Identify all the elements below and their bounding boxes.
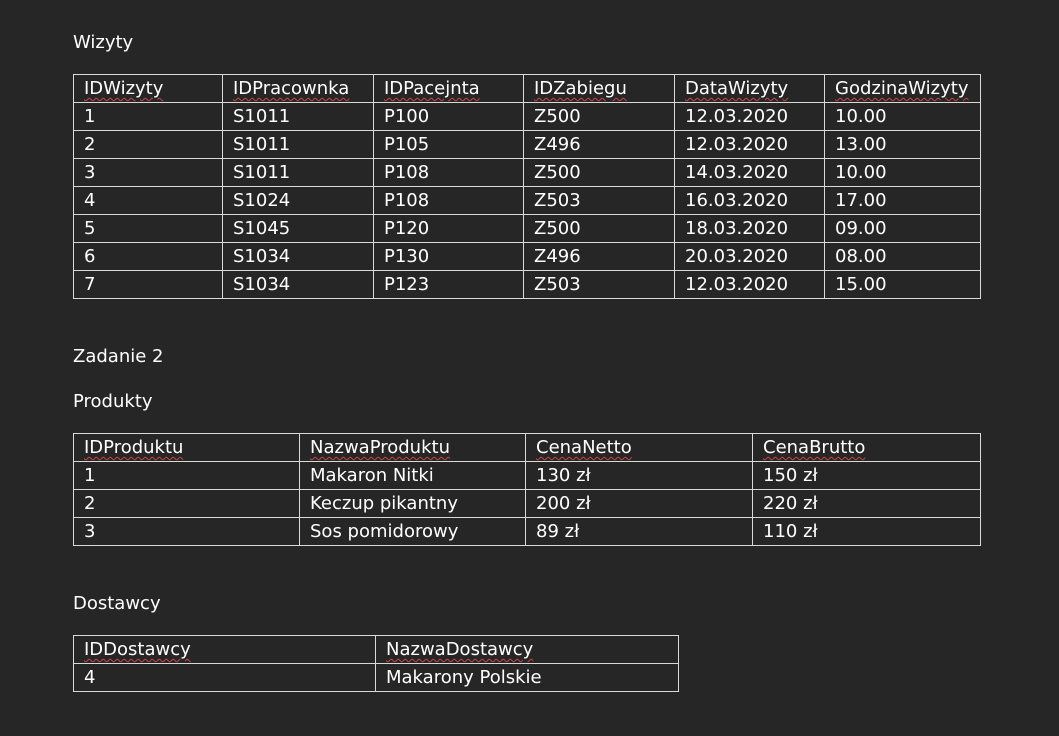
dostawcy-header-row: IDDostawcy NazwaDostawcy xyxy=(73,635,679,664)
produkty-header-row: IDProduktu NazwaProduktu CenaNetto CenaB… xyxy=(73,433,981,462)
table-cell: S1034 xyxy=(222,242,374,271)
table-cell: 5 xyxy=(73,214,223,243)
table-cell: Z496 xyxy=(523,130,675,159)
table-cell: 150 zł xyxy=(752,461,981,490)
table-cell: 6 xyxy=(73,242,223,271)
produkty-table: IDProduktu NazwaProduktu CenaNetto CenaB… xyxy=(73,433,981,546)
table-cell: 13.00 xyxy=(824,130,981,159)
table-cell: 18.03.2020 xyxy=(674,214,825,243)
table-cell: Z500 xyxy=(523,214,675,243)
table-cell: 10.00 xyxy=(824,158,981,187)
table-cell: 2 xyxy=(73,130,223,159)
header-cell: IDZabiegu xyxy=(523,74,675,103)
table-cell: 1 xyxy=(73,461,300,490)
table-cell: S1045 xyxy=(222,214,374,243)
table-cell: 08.00 xyxy=(824,242,981,271)
header-cell: NazwaDostawcy xyxy=(375,635,679,664)
table-cell: 15.00 xyxy=(824,270,981,299)
table-cell: P130 xyxy=(373,242,524,271)
wizyty-header-row: IDWizyty IDPracownka IDPacejnta IDZabieg… xyxy=(73,74,981,103)
table-cell: 14.03.2020 xyxy=(674,158,825,187)
table-cell: 09.00 xyxy=(824,214,981,243)
table-cell: S1011 xyxy=(222,158,374,187)
header-cell: CenaBrutto xyxy=(752,433,981,462)
table-cell: 16.03.2020 xyxy=(674,186,825,215)
table-row: 2 Keczup pikantny 200 zł 220 zł xyxy=(73,489,981,518)
table-row: 3 Sos pomidorowy 89 zł 110 zł xyxy=(73,517,981,546)
table-cell: 110 zł xyxy=(752,517,981,546)
table-cell: S1011 xyxy=(222,102,374,131)
header-cell: IDDostawcy xyxy=(73,635,376,664)
table-cell: 1 xyxy=(73,102,223,131)
table-cell: P108 xyxy=(373,186,524,215)
table-cell: 3 xyxy=(73,517,300,546)
header-cell: IDWizyty xyxy=(73,74,223,103)
table-cell: Sos pomidorowy xyxy=(299,517,526,546)
table-cell: P108 xyxy=(373,158,524,187)
table-cell: 130 zł xyxy=(525,461,753,490)
table-cell: S1024 xyxy=(222,186,374,215)
header-cell: DataWizyty xyxy=(674,74,825,103)
table-cell: Z503 xyxy=(523,270,675,299)
table-cell: P120 xyxy=(373,214,524,243)
table-row: 7 S1034 P123 Z503 12.03.2020 15.00 xyxy=(73,270,981,299)
header-cell: IDPacejnta xyxy=(373,74,524,103)
table-cell: 2 xyxy=(73,489,300,518)
wizyty-table: IDWizyty IDPracownka IDPacejnta IDZabieg… xyxy=(73,74,981,299)
table-row: 3 S1011 P108 Z500 14.03.2020 10.00 xyxy=(73,158,981,187)
table-cell: 200 zł xyxy=(525,489,753,518)
header-cell: GodzinaWizyty xyxy=(824,74,981,103)
table-row: 6 S1034 P130 Z496 20.03.2020 08.00 xyxy=(73,242,981,271)
table-row: 1 Makaron Nitki 130 zł 150 zł xyxy=(73,461,981,490)
zadanie-heading: Zadanie 2 xyxy=(73,346,164,367)
table-row: 2 S1011 P105 Z496 12.03.2020 13.00 xyxy=(73,130,981,159)
table-cell: 12.03.2020 xyxy=(674,130,825,159)
table-row: 1 S1011 P100 Z500 12.03.2020 10.00 xyxy=(73,102,981,131)
table-cell: P100 xyxy=(373,102,524,131)
table-cell: P123 xyxy=(373,270,524,299)
table-cell: Keczup pikantny xyxy=(299,489,526,518)
wizyty-heading: Wizyty xyxy=(73,32,134,53)
dostawcy-heading: Dostawcy xyxy=(73,593,161,614)
header-cell: IDPracownka xyxy=(222,74,374,103)
table-cell: P105 xyxy=(373,130,524,159)
table-cell: 17.00 xyxy=(824,186,981,215)
table-cell: 4 xyxy=(73,663,376,692)
header-cell: IDProduktu xyxy=(73,433,300,462)
table-cell: Makarony Polskie xyxy=(375,663,679,692)
table-row: 5 S1045 P120 Z500 18.03.2020 09.00 xyxy=(73,214,981,243)
table-cell: 3 xyxy=(73,158,223,187)
table-cell: Z503 xyxy=(523,186,675,215)
table-cell: 89 zł xyxy=(525,517,753,546)
table-cell: S1034 xyxy=(222,270,374,299)
header-cell: NazwaProduktu xyxy=(299,433,526,462)
table-cell: Z496 xyxy=(523,242,675,271)
table-cell: Z500 xyxy=(523,102,675,131)
table-cell: 220 zł xyxy=(752,489,981,518)
produkty-heading: Produkty xyxy=(73,391,153,412)
table-cell: Z500 xyxy=(523,158,675,187)
table-row: 4 S1024 P108 Z503 16.03.2020 17.00 xyxy=(73,186,981,215)
table-cell: 7 xyxy=(73,270,223,299)
table-cell: 12.03.2020 xyxy=(674,102,825,131)
dostawcy-table: IDDostawcy NazwaDostawcy 4 Makarony Pols… xyxy=(73,635,679,692)
table-cell: 10.00 xyxy=(824,102,981,131)
header-cell: CenaNetto xyxy=(525,433,753,462)
table-cell: 20.03.2020 xyxy=(674,242,825,271)
table-cell: 12.03.2020 xyxy=(674,270,825,299)
table-cell: 4 xyxy=(73,186,223,215)
table-cell: S1011 xyxy=(222,130,374,159)
table-cell: Makaron Nitki xyxy=(299,461,526,490)
table-row: 4 Makarony Polskie xyxy=(73,663,679,692)
